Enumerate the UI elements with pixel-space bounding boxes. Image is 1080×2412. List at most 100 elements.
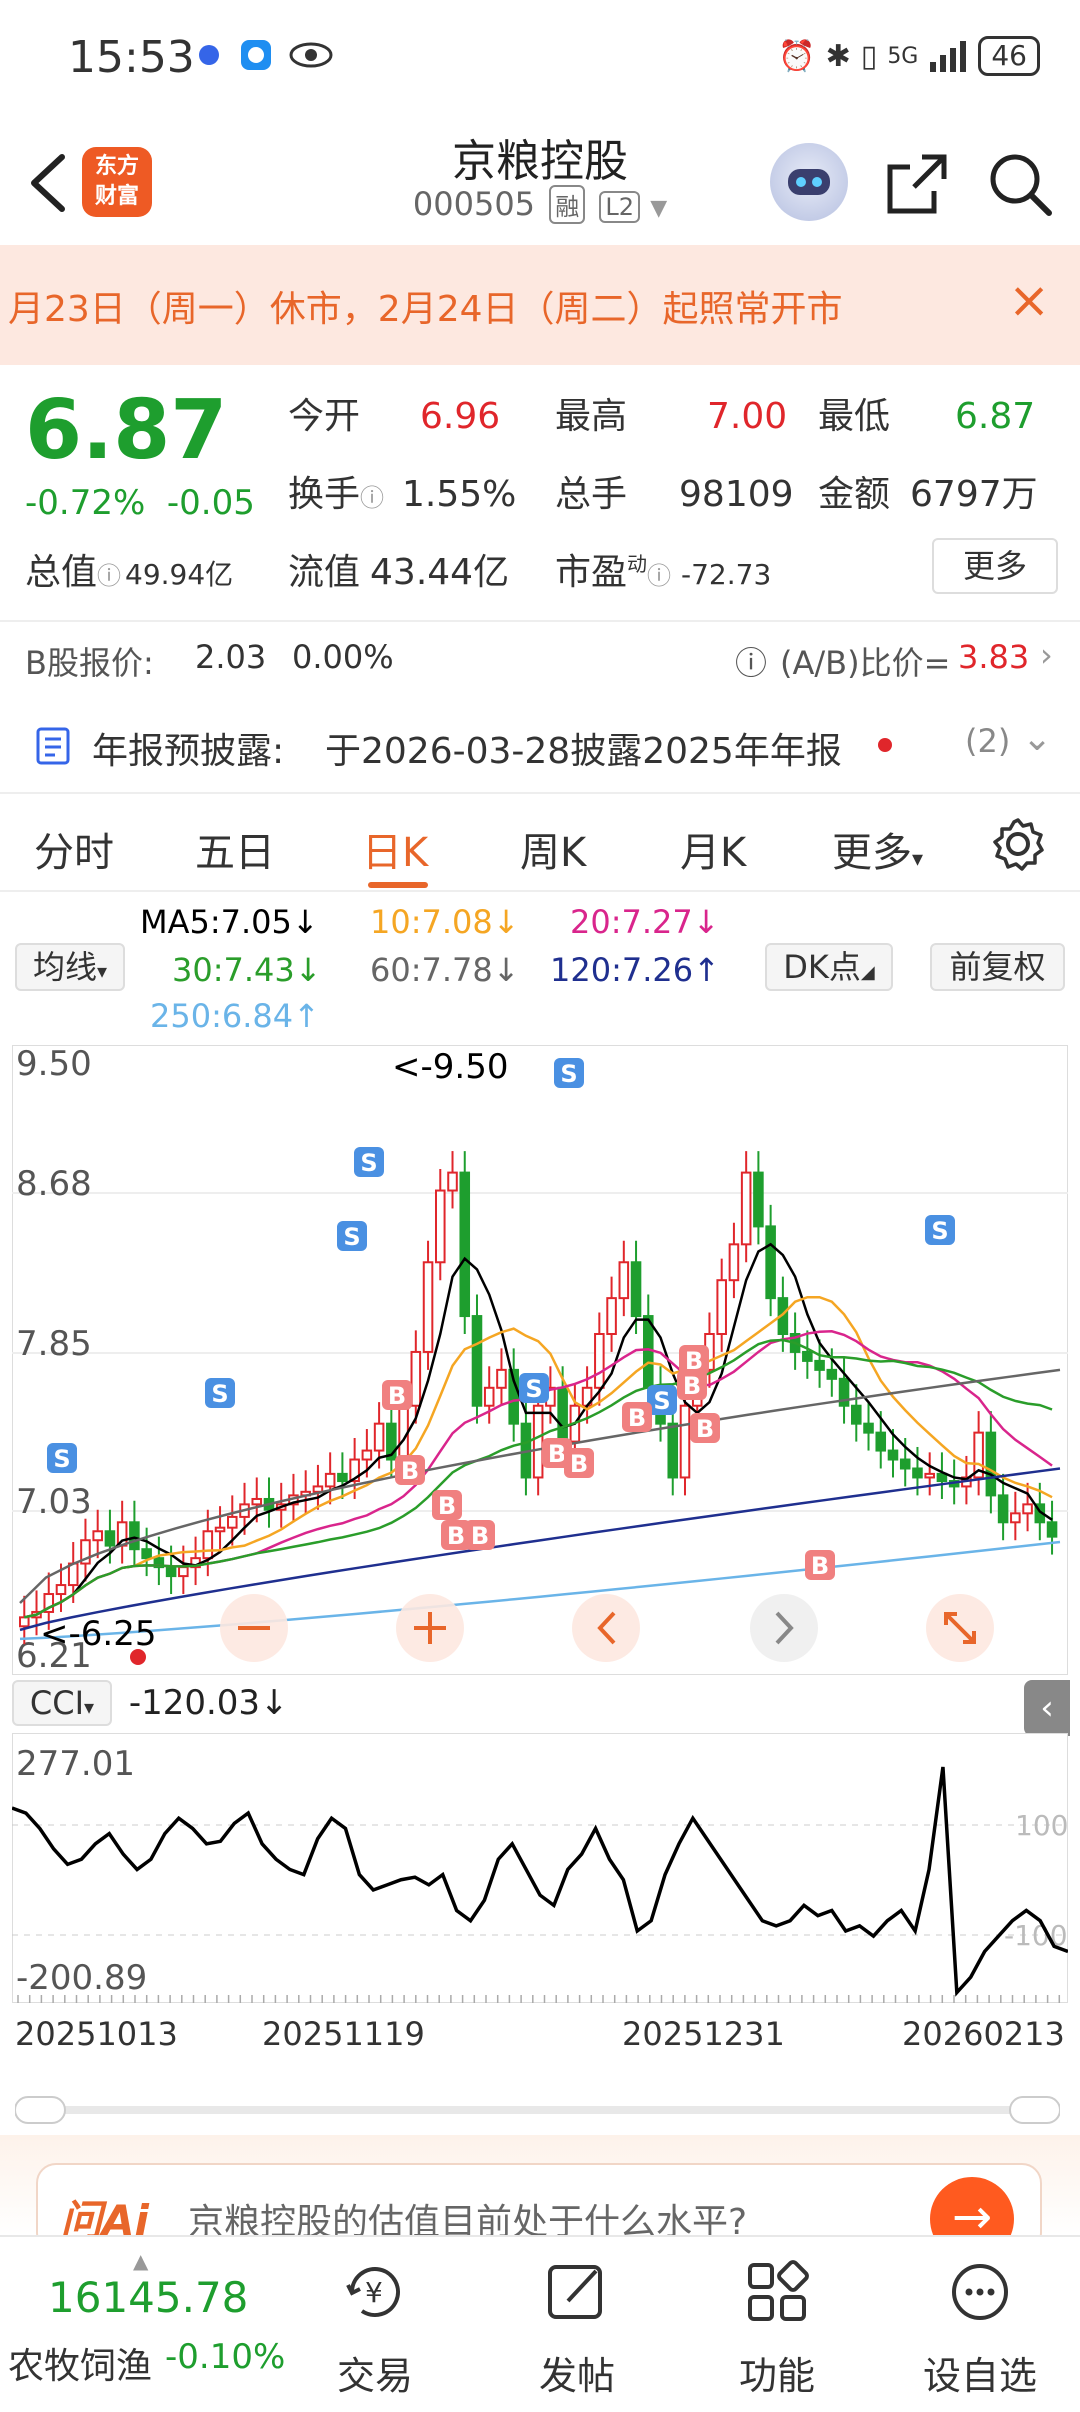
eye-icon	[289, 42, 333, 68]
share-icon[interactable]	[882, 149, 952, 219]
svg-text:B: B	[811, 1552, 829, 1580]
adjust-button[interactable]: 前复权	[930, 943, 1065, 991]
grid-icon	[748, 2260, 809, 2321]
cci-top-label: 277.01	[16, 1744, 135, 1784]
sell-marker: S	[519, 1373, 549, 1403]
more-dots-icon	[952, 2264, 1008, 2320]
date-label: 20260213	[902, 2015, 1065, 2053]
ma250-label: 250:6.84↑	[150, 997, 320, 1035]
b-share-row[interactable]: B股报价: 2.03 0.00% ⓘ (A/B)比价= 3.83 ›	[0, 622, 1080, 692]
kline-chart[interactable]: 9.50 8.68 7.85 7.03 6.21 SSSSSSS SBBBBBB B…	[12, 1045, 1068, 1675]
robot-face-icon	[788, 169, 830, 195]
svg-text:S: S	[211, 1380, 228, 1408]
tab-weekly-k[interactable]: 周K	[520, 820, 586, 878]
nav-trade[interactable]: ¥ 交易	[300, 2245, 450, 2405]
svg-text:B: B	[447, 1522, 465, 1550]
collapse-panel-button[interactable]: ‹	[1024, 1680, 1070, 1736]
volume-cell: 总手 98109	[555, 474, 794, 515]
gear-icon[interactable]	[990, 816, 1046, 872]
svg-text:S: S	[343, 1223, 360, 1251]
tab-timeshare[interactable]: 分时	[34, 820, 114, 878]
svg-text:S: S	[360, 1149, 377, 1177]
bottom-bar: ▲ 16145.78 农牧饲渔 -0.10% ¥ 交易 发帖 功能 设自选	[0, 2235, 1080, 2412]
stock-code: 000505	[412, 185, 536, 223]
svg-text:B: B	[438, 1492, 456, 1520]
cci-ref-label: 100	[1015, 1809, 1068, 1842]
scroll-handle-right[interactable]	[1009, 2096, 1060, 2124]
y-label: 7.03	[16, 1482, 92, 1522]
svg-text:B: B	[388, 1382, 406, 1410]
zoom-in-button[interactable]	[396, 1594, 464, 1662]
chat-app-icon	[241, 40, 271, 70]
margin-tag: 融	[549, 185, 586, 224]
svg-text:¥: ¥	[365, 2276, 383, 2309]
tab-monthly-k[interactable]: 月K	[680, 820, 746, 878]
sell-marker: S	[554, 1058, 584, 1088]
notification-icons	[195, 38, 333, 72]
status-bar: 15:53 ⏰ ✱ ▯ 5G 46	[0, 0, 1080, 125]
buy-marker: B	[679, 1345, 709, 1375]
ma10-label: 10:7.08↓	[370, 903, 520, 941]
cci-chart[interactable]: 277.01 -200.89 100 -100	[12, 1733, 1068, 2003]
max-price-note: <-9.50	[392, 1047, 508, 1087]
buy-marker: B	[465, 1520, 495, 1550]
chart-scrollbar[interactable]	[15, 2095, 1060, 2125]
help-icon[interactable]: ⓘ	[735, 638, 767, 684]
tab-daily-k[interactable]: 日K	[362, 820, 428, 878]
svg-text:S: S	[53, 1445, 70, 1473]
tab-five-day[interactable]: 五日	[195, 820, 275, 878]
alarm-icon: ⏰	[778, 38, 816, 74]
bluetooth-icon: ✱	[825, 38, 851, 74]
scroll-handle-left[interactable]	[15, 2096, 66, 2124]
active-tab-indicator	[368, 882, 428, 888]
caret-up-icon: ▲	[133, 2249, 149, 2273]
nav-add-watchlist[interactable]: 设自选	[905, 2245, 1055, 2405]
chevron-down-icon: ⌄	[1022, 718, 1053, 759]
fullscreen-button[interactable]	[926, 1594, 994, 1662]
svg-text:B: B	[548, 1440, 566, 1468]
annual-report-notice[interactable]: 年报预披露: 于2026-03-28披露2025年年报 (2) ⌄	[0, 700, 1080, 790]
search-icon[interactable]	[985, 149, 1055, 219]
vibrate-icon: ▯	[860, 38, 878, 74]
nav-functions[interactable]: 功能	[702, 2245, 852, 2405]
edit-icon	[548, 2265, 602, 2319]
min-price-note: <-6.25	[40, 1614, 156, 1654]
zoom-out-button[interactable]	[220, 1594, 288, 1662]
pan-right-button[interactable]	[750, 1594, 818, 1662]
buy-marker: B	[805, 1550, 835, 1580]
current-price: 6.87	[25, 383, 228, 478]
buy-marker: B	[564, 1448, 594, 1478]
sell-marker: S	[205, 1378, 235, 1408]
chevron-right-icon: ›	[1040, 636, 1053, 674]
market-notice-banner: 月23日（周一）休市，2月24日（周二）起照常开市 ×	[0, 245, 1080, 365]
cci-bottom-label: -200.89	[16, 1958, 147, 1998]
more-quote-button[interactable]: 更多	[932, 538, 1058, 594]
svg-text:S: S	[560, 1060, 577, 1088]
baidu-icon	[199, 45, 219, 65]
date-label: 20251119	[262, 2015, 425, 2053]
svg-text:B: B	[683, 1372, 701, 1400]
trade-icon: ¥	[346, 2267, 400, 2317]
nav-post[interactable]: 发帖	[502, 2245, 652, 2405]
dk-point-button[interactable]: DK点◢	[765, 943, 893, 991]
svg-text:S: S	[653, 1387, 670, 1415]
mcap-cell: 总值ⓘ 49.94亿	[25, 552, 234, 593]
ma-selector[interactable]: 均线▾	[15, 943, 125, 991]
tab-more[interactable]: 更多▾	[832, 820, 923, 878]
pe-cell: 市盈动ⓘ -72.73	[555, 552, 772, 593]
indicator-selector[interactable]: CCI▾	[12, 1680, 112, 1726]
ai-question-area: 问Ai 京粮控股的估值目前处于什么水平? →	[0, 2135, 1080, 2261]
buy-marker: B	[395, 1455, 425, 1485]
sell-marker: S	[925, 1215, 955, 1245]
price-change: -0.72% -0.05	[25, 483, 255, 523]
svg-text:B: B	[471, 1522, 489, 1550]
ma-legend: 均线▾ MA5:7.05↓ 10:7.08↓ 20:7.27↓ 30:7.43↓…	[0, 895, 1080, 1045]
amount-cell: 金额 6797万	[818, 474, 1038, 515]
close-notice-button[interactable]: ×	[1008, 275, 1050, 325]
pan-left-button[interactable]	[572, 1594, 640, 1662]
high-cell: 最高 7.00	[555, 396, 788, 437]
ai-robot-icon[interactable]	[770, 143, 848, 221]
svg-text:B: B	[401, 1457, 419, 1485]
signal-icon	[930, 41, 967, 72]
buy-marker: B	[432, 1490, 462, 1520]
